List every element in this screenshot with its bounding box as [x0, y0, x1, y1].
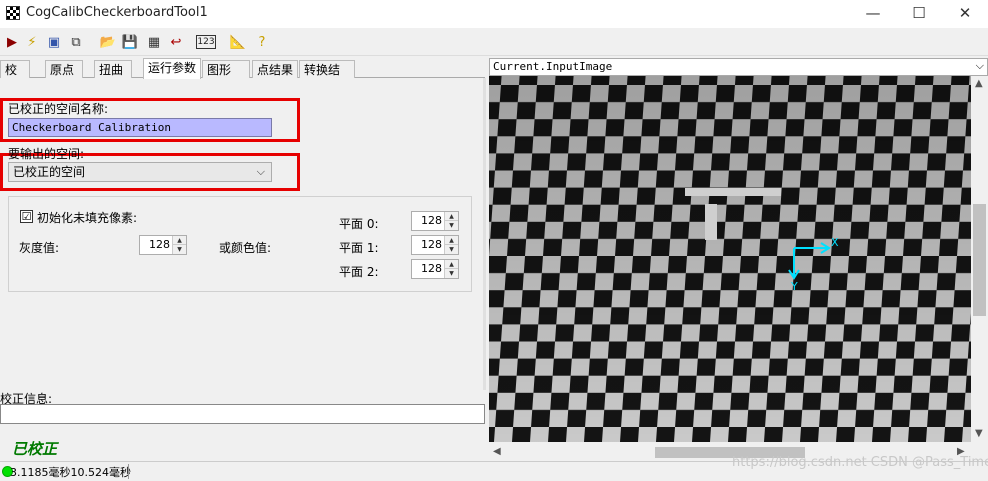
minimize-button[interactable]: —	[850, 0, 896, 28]
display-icon[interactable]: ▣	[44, 32, 64, 52]
close-button[interactable]: ✕	[942, 0, 988, 28]
tab-warp[interactable]: 扭曲	[94, 60, 132, 78]
stepper-down-icon[interactable]: ▼	[444, 245, 458, 254]
plane1-value: 128	[421, 238, 442, 251]
plane1-stepper[interactable]: 128 ▲ ▼	[411, 235, 459, 255]
window-title: CogCalibCheckerboardTool1	[26, 5, 208, 20]
image-vertical-scrollbar[interactable]: ▲ ▼	[971, 76, 988, 442]
plane2-stepper[interactable]: 128 ▲ ▼	[411, 259, 459, 279]
measure-icon[interactable]: 📐	[228, 32, 248, 52]
fill-pixels-group: ☑ 初始化未填充像素: 灰度值: 128 ▲ ▼ 或颜色值: 平面 0: 128…	[8, 196, 472, 292]
calib-info-field[interactable]	[0, 404, 485, 424]
title-bar: CogCalibCheckerboardTool1 — ☐ ✕	[0, 0, 988, 28]
calibrated-space-label: 已校正的空间名称:	[8, 102, 109, 116]
plane1-label: 平面 1:	[339, 241, 379, 255]
image-source-icon[interactable]: ⧉	[66, 32, 86, 52]
help-icon[interactable]: ?	[252, 32, 272, 52]
output-space-value: 已校正的空间	[13, 165, 86, 179]
grid-icon[interactable]: ▦	[144, 32, 164, 52]
chevron-down-icon: ⌵	[975, 59, 984, 72]
run-params-panel: 已校正的空间名称: Checkerboard Calibration 要输出的空…	[0, 78, 485, 390]
stepper-up-icon[interactable]: ▲	[172, 236, 186, 245]
numeric-icon[interactable]: 123	[196, 35, 216, 49]
electric-icon[interactable]: ⚡	[22, 32, 42, 52]
calibrated-space-name-input[interactable]: Checkerboard Calibration	[8, 118, 272, 137]
save-icon[interactable]: 💾	[120, 32, 140, 52]
status-separator	[128, 464, 129, 479]
tab-origin[interactable]: 原点	[45, 60, 83, 78]
plane2-value: 128	[421, 262, 442, 275]
execution-time: 3.1185毫秒10.524毫秒	[10, 466, 131, 479]
checkerboard-app-icon	[6, 6, 20, 20]
image-view-title: Current.InputImage	[493, 60, 613, 73]
toolbar: ▶ ⚡ ▣ ⧉ 📂 💾 ▦ ↩ 123 📐?	[0, 28, 988, 56]
image-view-selector[interactable]: Current.InputImage ⌵	[489, 58, 988, 76]
axis-x-label: X	[831, 236, 839, 249]
init-fill-checkbox[interactable]: ☑	[20, 210, 33, 223]
tab-graphics[interactable]: 图形	[202, 60, 250, 78]
open-folder-icon[interactable]: 📂	[98, 32, 118, 52]
plane2-label: 平面 2:	[339, 265, 379, 279]
stepper-up-icon[interactable]: ▲	[444, 236, 458, 245]
gray-value-stepper[interactable]: 128 ▲ ▼	[139, 235, 187, 255]
axis-y-label: Y	[790, 280, 798, 293]
tab-calibrate[interactable]: 校正	[0, 60, 30, 95]
plane0-label: 平面 0:	[339, 217, 379, 231]
maximize-button[interactable]: ☐	[896, 0, 942, 28]
gray-value: 128	[149, 238, 170, 251]
run-icon[interactable]: ▶	[2, 32, 22, 52]
scroll-up-icon[interactable]: ▲	[975, 78, 983, 89]
stepper-down-icon[interactable]: ▼	[172, 245, 186, 254]
stepper-down-icon[interactable]: ▼	[444, 221, 458, 230]
stepper-up-icon[interactable]: ▲	[444, 260, 458, 269]
tab-transform-results[interactable]: 转换结果	[299, 60, 355, 95]
reset-icon[interactable]: ↩	[166, 32, 186, 52]
checkerboard-image: X Y	[489, 76, 971, 442]
scroll-left-icon[interactable]: ◀	[493, 446, 501, 457]
plane0-stepper[interactable]: 128 ▲ ▼	[411, 211, 459, 231]
left-panel-scrollbar[interactable]	[483, 78, 486, 390]
scroll-thumb[interactable]	[973, 204, 986, 316]
watermark: https://blog.csdn.net CSDN @Pass_Time_	[732, 455, 988, 470]
tab-point-results[interactable]: 点结果	[252, 60, 298, 78]
gray-value-label: 灰度值:	[19, 241, 60, 255]
output-space-label: 要输出的空间:	[8, 147, 85, 161]
output-space-select[interactable]: 已校正的空间 ⌵	[8, 162, 272, 182]
init-fill-label: 初始化未填充像素:	[37, 211, 138, 225]
scroll-down-icon[interactable]: ▼	[975, 428, 983, 439]
color-value-label: 或颜色值:	[219, 241, 272, 255]
tab-strip: 校正 原点 扭曲 运行参数 图形 点结果 转换结果	[0, 58, 485, 95]
stepper-up-icon[interactable]: ▲	[444, 212, 458, 221]
plane0-value: 128	[421, 214, 442, 227]
tab-run-params[interactable]: 运行参数	[143, 58, 201, 79]
stepper-down-icon[interactable]: ▼	[444, 269, 458, 278]
calibrated-status: 已校正	[12, 440, 58, 458]
image-display[interactable]: X Y	[489, 76, 971, 442]
chevron-down-icon: ⌵	[256, 165, 265, 178]
